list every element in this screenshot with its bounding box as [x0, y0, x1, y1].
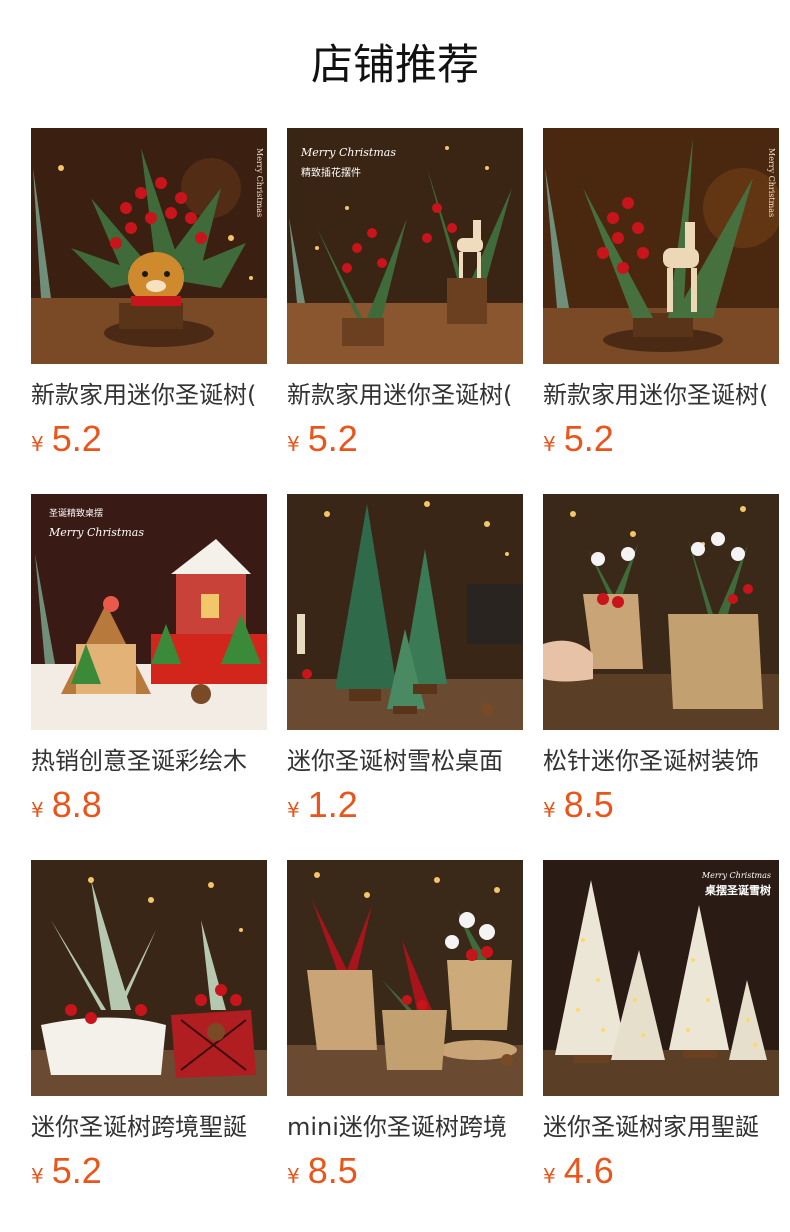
- currency-symbol: ¥: [31, 432, 44, 456]
- product-image-snowy-pine-plaid-pots[interactable]: [31, 860, 267, 1096]
- product-image-wooden-reindeer-pine-closeup[interactable]: Merry Christmas: [543, 128, 779, 364]
- image-caption: Merry Christmas: [701, 871, 771, 880]
- product-price: ¥ 5.2: [287, 418, 523, 462]
- currency-symbol: ¥: [31, 798, 44, 822]
- product-grid: Merry Christmas 新款家用迷你圣诞树( ¥ 5.2 Merry C…: [31, 128, 779, 1194]
- product-price: ¥ 8.5: [543, 784, 779, 828]
- image-caption: Merry Christmas: [255, 148, 264, 217]
- page-title: 店铺推荐: [310, 40, 479, 89]
- product-name[interactable]: mini迷你圣诞树跨境: [287, 1110, 523, 1144]
- product-card[interactable]: Merry Christmas 新款家用迷你圣诞树( ¥ 5.2: [543, 128, 779, 462]
- product-image-pine-needle-burlap-pots[interactable]: [543, 494, 779, 730]
- image-caption: 桌摆圣诞雪树: [704, 883, 771, 897]
- product-image-reindeer-plush-pine-arrangement[interactable]: Merry Christmas: [31, 128, 267, 364]
- product-card[interactable]: Merry Christmas 精致插花摆件 新款家用迷你圣诞树(¥ 5.2: [287, 128, 523, 462]
- product-card[interactable]: mini迷你圣诞树跨境 ¥ 8.5: [287, 860, 523, 1194]
- product-name[interactable]: 热销创意圣诞彩绘木: [31, 744, 267, 778]
- price-amount: 1.2: [307, 784, 358, 825]
- product-card[interactable]: 松针迷你圣诞树装饰 ¥ 8.5: [543, 494, 779, 828]
- price-amount: 4.6: [563, 1150, 614, 1191]
- product-price: ¥ 5.2: [543, 418, 779, 462]
- currency-symbol: ¥: [287, 432, 300, 456]
- product-image-flocked-led-mini-trees[interactable]: Merry Christmas 桌摆圣诞雪树: [543, 860, 779, 1096]
- product-name[interactable]: 新款家用迷你圣诞树(: [287, 378, 523, 412]
- currency-symbol: ¥: [543, 1164, 556, 1188]
- image-caption: 圣诞精致桌摆: [49, 507, 103, 519]
- image-caption: Merry Christmas: [767, 148, 776, 217]
- product-price: ¥ 1.2: [287, 784, 523, 828]
- currency-symbol: ¥: [287, 798, 300, 822]
- currency-symbol: ¥: [287, 1164, 300, 1188]
- product-price: ¥ 5.2: [31, 1150, 267, 1194]
- product-price: ¥ 8.8: [31, 784, 267, 828]
- product-card[interactable]: 迷你圣诞树雪松桌面 ¥ 1.2: [287, 494, 523, 828]
- price-amount: 8.5: [307, 1150, 358, 1191]
- image-caption: Merry Christmas: [48, 526, 144, 539]
- price-amount: 5.2: [51, 1150, 102, 1191]
- product-name[interactable]: 新款家用迷你圣诞树(: [31, 378, 267, 412]
- price-amount: 5.2: [307, 418, 358, 459]
- product-price: ¥ 5.2: [31, 418, 267, 462]
- product-card[interactable]: Merry Christmas 桌摆圣诞雪树 迷你圣诞树家用聖誕 ¥ 4.6: [543, 860, 779, 1194]
- currency-symbol: ¥: [543, 798, 556, 822]
- product-card[interactable]: Merry Christmas 新款家用迷你圣诞树( ¥ 5.2: [31, 128, 267, 462]
- product-price: ¥ 4.6: [543, 1150, 779, 1194]
- product-name[interactable]: 迷你圣诞树家用聖誕: [543, 1110, 779, 1144]
- product-name[interactable]: 迷你圣诞树跨境聖誕: [31, 1110, 267, 1144]
- product-name[interactable]: 新款家用迷你圣诞树(: [543, 378, 779, 412]
- image-caption: 精致插花摆件: [301, 166, 361, 179]
- product-name[interactable]: 迷你圣诞树雪松桌面: [287, 744, 523, 778]
- image-caption: Merry Christmas: [300, 146, 396, 159]
- product-image-wooden-reindeer-berry-arrangement[interactable]: Merry Christmas 精致插花摆件: [287, 128, 523, 364]
- price-amount: 8.8: [51, 784, 102, 825]
- product-price: ¥ 8.5: [287, 1150, 523, 1194]
- product-image-sisal-cedar-mini-trees[interactable]: [287, 494, 523, 730]
- price-amount: 5.2: [563, 418, 614, 459]
- price-amount: 5.2: [51, 418, 102, 459]
- product-image-painted-wooden-christmas-village[interactable]: 圣诞精致桌摆 Merry Christmas: [31, 494, 267, 730]
- price-amount: 8.5: [563, 784, 614, 825]
- product-card[interactable]: 迷你圣诞树跨境聖誕 ¥ 5.2: [31, 860, 267, 1194]
- currency-symbol: ¥: [543, 432, 556, 456]
- product-name[interactable]: 松针迷你圣诞树装饰: [543, 744, 779, 778]
- currency-symbol: ¥: [31, 1164, 44, 1188]
- product-image-burlap-potted-berry-arrangements[interactable]: [287, 860, 523, 1096]
- product-card[interactable]: 圣诞精致桌摆 Merry Christmas 热销创意圣诞彩绘木 ¥ 8.8: [31, 494, 267, 828]
